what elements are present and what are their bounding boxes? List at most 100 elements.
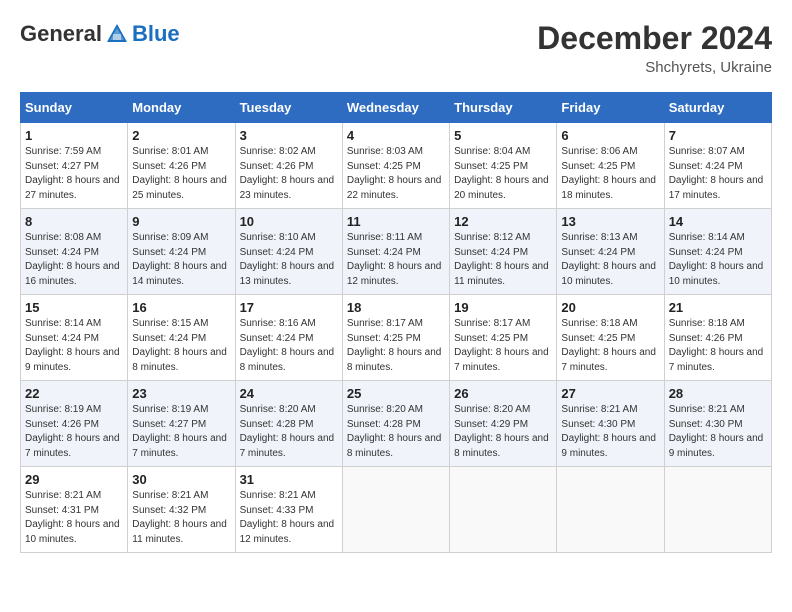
day-number: 10 xyxy=(240,214,338,229)
day-info: Sunrise: 8:03 AMSunset: 4:25 PMDaylight:… xyxy=(347,145,445,203)
day-info: Sunrise: 8:21 AMSunset: 4:30 PMDaylight:… xyxy=(669,403,767,461)
day-info: Sunrise: 8:07 AMSunset: 4:24 PMDaylight:… xyxy=(669,145,767,203)
calendar-header-sunday: Sunday xyxy=(21,93,128,123)
calendar-cell: 8Sunrise: 8:08 AMSunset: 4:24 PMDaylight… xyxy=(21,209,128,295)
calendar-table: SundayMondayTuesdayWednesdayThursdayFrid… xyxy=(20,92,772,553)
day-info: Sunrise: 8:08 AMSunset: 4:24 PMDaylight:… xyxy=(25,231,123,289)
calendar-header-thursday: Thursday xyxy=(450,93,557,123)
calendar-cell: 28 Sunrise: 8:21 AMSunset: 4:30 PMDayligh… xyxy=(664,381,771,467)
calendar-cell: 31 Sunrise: 8:21 AMSunset: 4:33 PMDayligh… xyxy=(235,467,342,553)
calendar-header-monday: Monday xyxy=(128,93,235,123)
day-number: 28 xyxy=(669,386,767,401)
calendar-cell: 25 Sunrise: 8:20 AMSunset: 4:28 PMDayligh… xyxy=(342,381,449,467)
calendar-week-2: 8Sunrise: 8:08 AMSunset: 4:24 PMDaylight… xyxy=(21,209,772,295)
day-info: Sunrise: 8:19 AMSunset: 4:26 PMDaylight:… xyxy=(25,403,123,461)
calendar-week-3: 15 Sunrise: 8:14 AMSunset: 4:24 PMDayligh… xyxy=(21,295,772,381)
day-number: 26 xyxy=(454,386,552,401)
calendar-cell xyxy=(664,467,771,553)
calendar-cell: 15 Sunrise: 8:14 AMSunset: 4:24 PMDayligh… xyxy=(21,295,128,381)
day-info: Sunrise: 7:59 AMSunset: 4:27 PMDaylight:… xyxy=(25,145,123,203)
day-number: 30 xyxy=(132,472,230,487)
day-number: 1 xyxy=(25,128,123,143)
calendar-week-1: 1 Sunrise: 7:59 AMSunset: 4:27 PMDaylight… xyxy=(21,123,772,209)
calendar-cell: 13Sunrise: 8:13 AMSunset: 4:24 PMDayligh… xyxy=(557,209,664,295)
day-info: Sunrise: 8:02 AMSunset: 4:26 PMDaylight:… xyxy=(240,145,338,203)
day-info: Sunrise: 8:21 AMSunset: 4:30 PMDaylight:… xyxy=(561,403,659,461)
calendar-cell: 2Sunrise: 8:01 AMSunset: 4:26 PMDaylight… xyxy=(128,123,235,209)
day-info: Sunrise: 8:04 AMSunset: 4:25 PMDaylight:… xyxy=(454,145,552,203)
day-number: 23 xyxy=(132,386,230,401)
location: Shchyrets, Ukraine xyxy=(537,59,772,76)
page-header: General Blue December 2024 Shchyrets, Uk… xyxy=(20,20,772,76)
day-info: Sunrise: 8:19 AMSunset: 4:27 PMDaylight:… xyxy=(132,403,230,461)
calendar-cell: 11 Sunrise: 8:11 AMSunset: 4:24 PMDayligh… xyxy=(342,209,449,295)
day-number: 17 xyxy=(240,300,338,315)
day-info: Sunrise: 8:21 AMSunset: 4:32 PMDaylight:… xyxy=(132,489,230,547)
day-number: 21 xyxy=(669,300,767,315)
calendar-header-saturday: Saturday xyxy=(664,93,771,123)
day-number: 15 xyxy=(25,300,123,315)
calendar-header-friday: Friday xyxy=(557,93,664,123)
day-number: 25 xyxy=(347,386,445,401)
day-number: 4 xyxy=(347,128,445,143)
logo-blue-text: Blue xyxy=(132,21,180,47)
day-number: 19 xyxy=(454,300,552,315)
logo: General Blue xyxy=(20,20,180,48)
logo-icon xyxy=(103,20,131,48)
calendar-cell: 20Sunrise: 8:18 AMSunset: 4:25 PMDayligh… xyxy=(557,295,664,381)
calendar-cell: 3 Sunrise: 8:02 AMSunset: 4:26 PMDaylight… xyxy=(235,123,342,209)
calendar-cell: 14 Sunrise: 8:14 AMSunset: 4:24 PMDayligh… xyxy=(664,209,771,295)
day-info: Sunrise: 8:14 AMSunset: 4:24 PMDaylight:… xyxy=(669,231,767,289)
day-number: 3 xyxy=(240,128,338,143)
calendar-cell: 16 Sunrise: 8:15 AMSunset: 4:24 PMDayligh… xyxy=(128,295,235,381)
calendar-cell: 23 Sunrise: 8:19 AMSunset: 4:27 PMDayligh… xyxy=(128,381,235,467)
calendar-cell: 26 Sunrise: 8:20 AMSunset: 4:29 PMDayligh… xyxy=(450,381,557,467)
day-number: 24 xyxy=(240,386,338,401)
day-info: Sunrise: 8:20 AMSunset: 4:29 PMDaylight:… xyxy=(454,403,552,461)
day-info: Sunrise: 8:17 AMSunset: 4:25 PMDaylight:… xyxy=(347,317,445,375)
calendar-cell xyxy=(450,467,557,553)
month-title: December 2024 xyxy=(537,20,772,57)
day-info: Sunrise: 8:18 AMSunset: 4:26 PMDaylight:… xyxy=(669,317,767,375)
day-info: Sunrise: 8:13 AMSunset: 4:24 PMDaylight:… xyxy=(561,231,659,289)
day-info: Sunrise: 8:09 AMSunset: 4:24 PMDaylight:… xyxy=(132,231,230,289)
day-number: 6 xyxy=(561,128,659,143)
calendar-week-4: 22Sunrise: 8:19 AMSunset: 4:26 PMDayligh… xyxy=(21,381,772,467)
calendar-cell: 9 Sunrise: 8:09 AMSunset: 4:24 PMDaylight… xyxy=(128,209,235,295)
day-number: 12 xyxy=(454,214,552,229)
calendar-header-tuesday: Tuesday xyxy=(235,93,342,123)
day-info: Sunrise: 8:20 AMSunset: 4:28 PMDaylight:… xyxy=(240,403,338,461)
calendar-cell: 27Sunrise: 8:21 AMSunset: 4:30 PMDayligh… xyxy=(557,381,664,467)
day-number: 14 xyxy=(669,214,767,229)
day-info: Sunrise: 8:21 AMSunset: 4:31 PMDaylight:… xyxy=(25,489,123,547)
day-number: 7 xyxy=(669,128,767,143)
day-number: 11 xyxy=(347,214,445,229)
calendar-cell: 18Sunrise: 8:17 AMSunset: 4:25 PMDayligh… xyxy=(342,295,449,381)
day-number: 5 xyxy=(454,128,552,143)
day-info: Sunrise: 8:16 AMSunset: 4:24 PMDaylight:… xyxy=(240,317,338,375)
day-info: Sunrise: 8:10 AMSunset: 4:24 PMDaylight:… xyxy=(240,231,338,289)
day-number: 31 xyxy=(240,472,338,487)
calendar-cell: 7 Sunrise: 8:07 AMSunset: 4:24 PMDaylight… xyxy=(664,123,771,209)
calendar-cell: 10 Sunrise: 8:10 AMSunset: 4:24 PMDayligh… xyxy=(235,209,342,295)
calendar-cell: 4 Sunrise: 8:03 AMSunset: 4:25 PMDaylight… xyxy=(342,123,449,209)
calendar-header-row: SundayMondayTuesdayWednesdayThursdayFrid… xyxy=(21,93,772,123)
calendar-cell: 24 Sunrise: 8:20 AMSunset: 4:28 PMDayligh… xyxy=(235,381,342,467)
day-number: 29 xyxy=(25,472,123,487)
calendar-cell: 6Sunrise: 8:06 AMSunset: 4:25 PMDaylight… xyxy=(557,123,664,209)
calendar-cell: 29 Sunrise: 8:21 AMSunset: 4:31 PMDayligh… xyxy=(21,467,128,553)
calendar-cell xyxy=(557,467,664,553)
calendar-cell: 21 Sunrise: 8:18 AMSunset: 4:26 PMDayligh… xyxy=(664,295,771,381)
calendar-cell: 17 Sunrise: 8:16 AMSunset: 4:24 PMDayligh… xyxy=(235,295,342,381)
day-info: Sunrise: 8:20 AMSunset: 4:28 PMDaylight:… xyxy=(347,403,445,461)
day-info: Sunrise: 8:15 AMSunset: 4:24 PMDaylight:… xyxy=(132,317,230,375)
day-number: 9 xyxy=(132,214,230,229)
day-number: 16 xyxy=(132,300,230,315)
day-info: Sunrise: 8:21 AMSunset: 4:33 PMDaylight:… xyxy=(240,489,338,547)
day-info: Sunrise: 8:11 AMSunset: 4:24 PMDaylight:… xyxy=(347,231,445,289)
calendar-cell: 30 Sunrise: 8:21 AMSunset: 4:32 PMDayligh… xyxy=(128,467,235,553)
title-section: December 2024 Shchyrets, Ukraine xyxy=(537,20,772,76)
day-info: Sunrise: 8:14 AMSunset: 4:24 PMDaylight:… xyxy=(25,317,123,375)
day-info: Sunrise: 8:01 AMSunset: 4:26 PMDaylight:… xyxy=(132,145,230,203)
calendar-header-wednesday: Wednesday xyxy=(342,93,449,123)
